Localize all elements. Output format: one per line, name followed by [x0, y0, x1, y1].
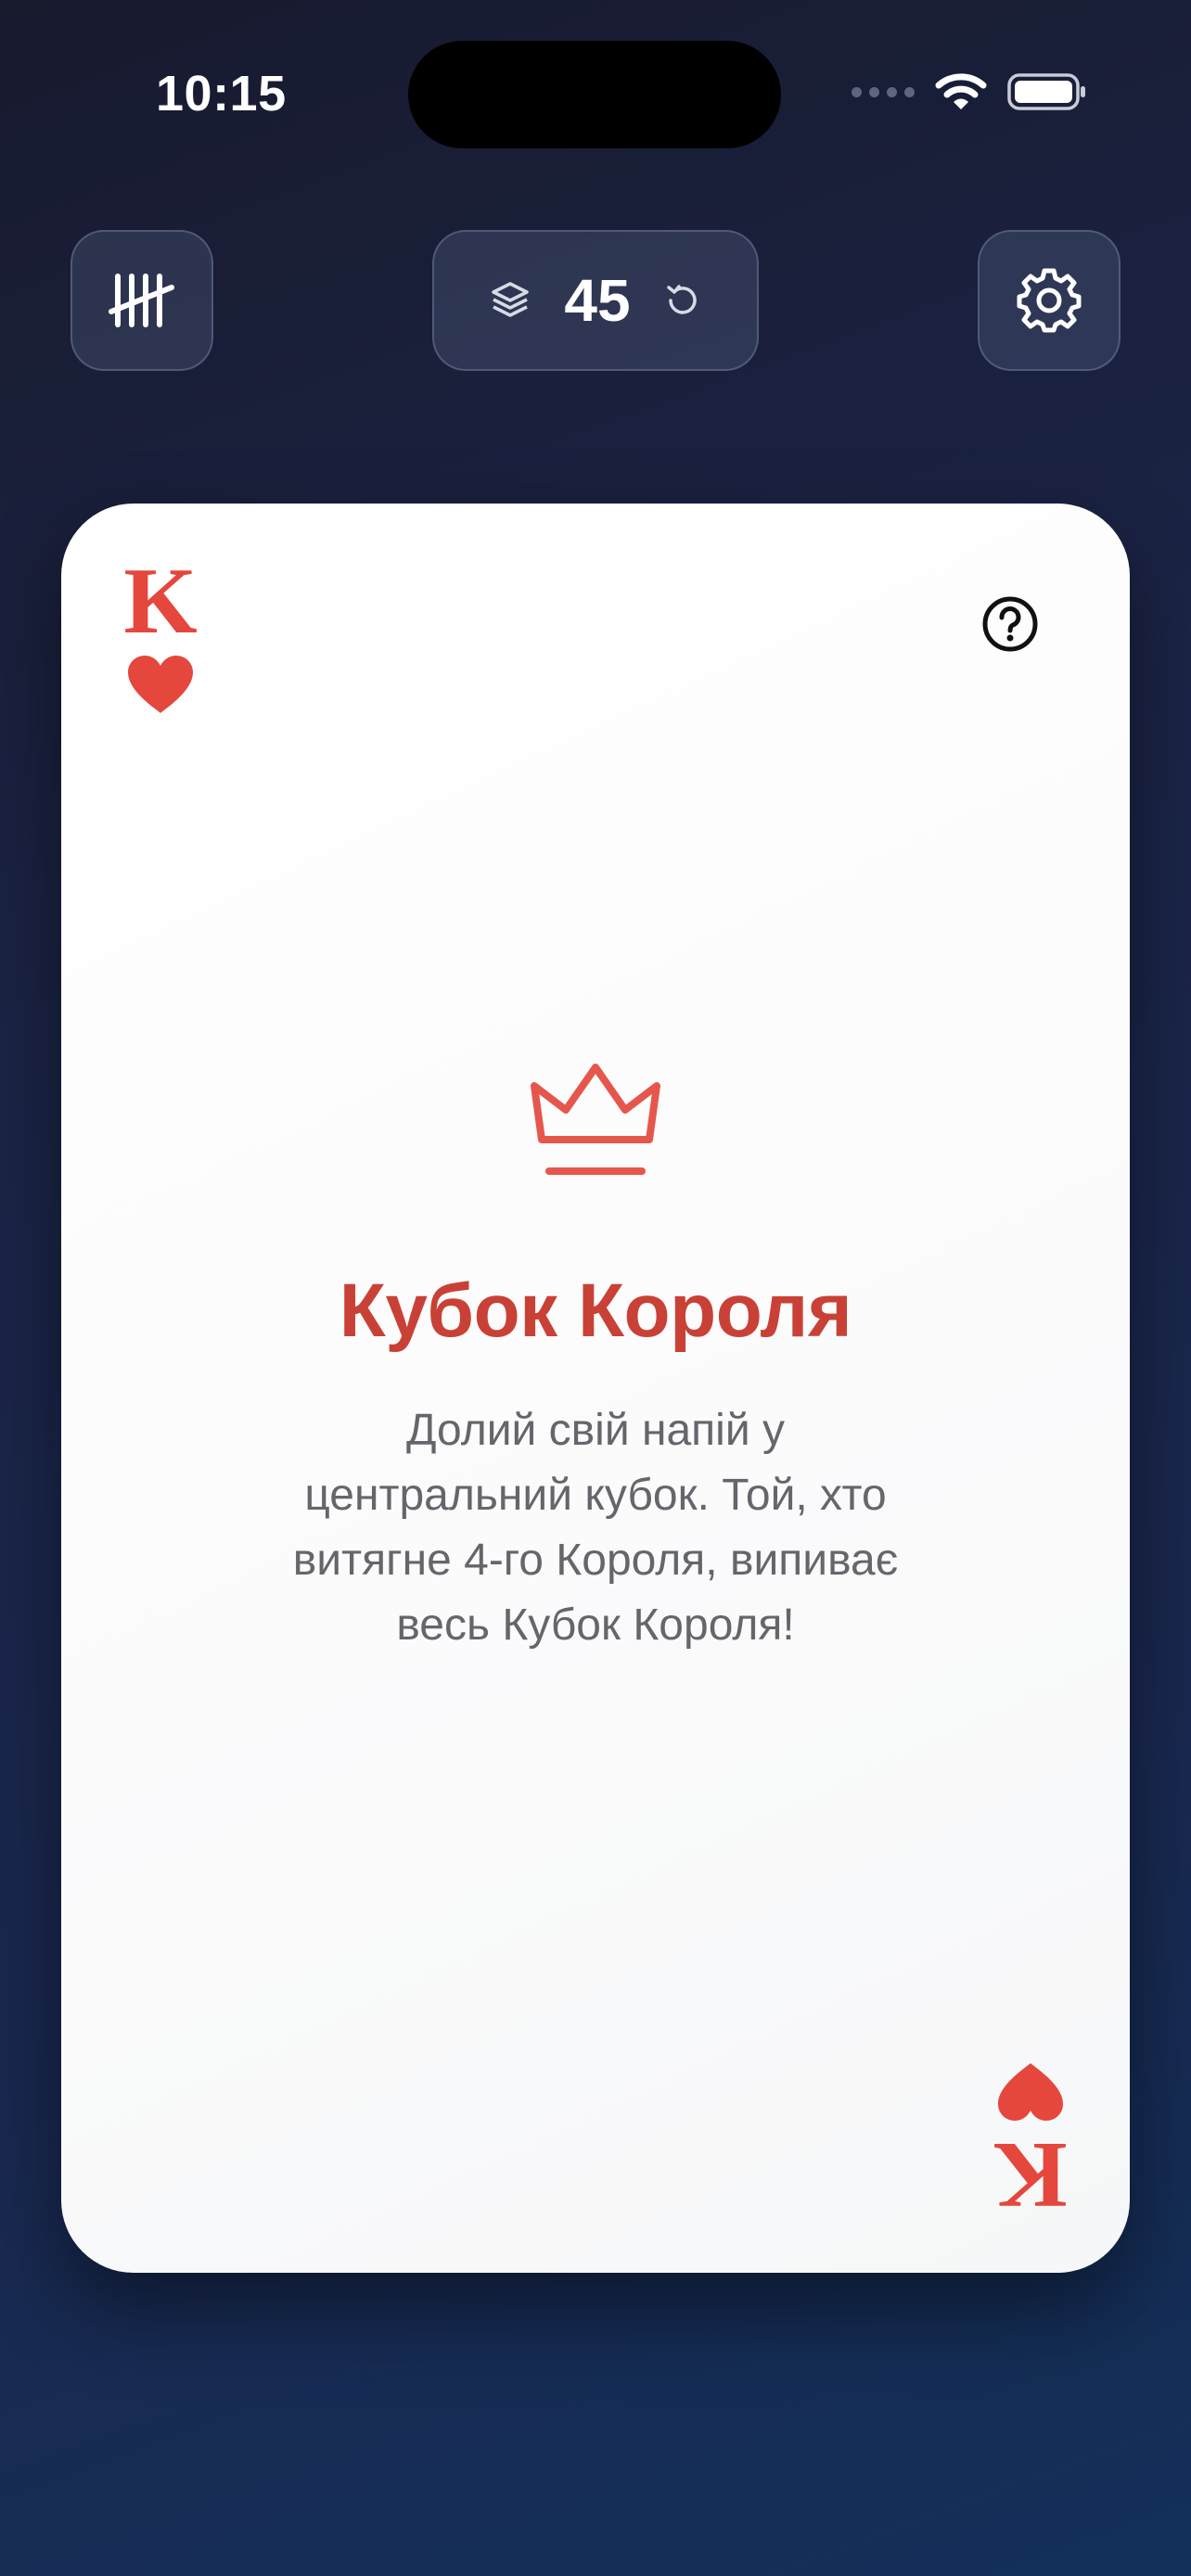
game-card[interactable]: K Кубок Короля Долий свій напій у центра…	[61, 504, 1130, 2273]
dynamic-island	[408, 41, 781, 148]
status-indicators	[852, 72, 1087, 111]
settings-button[interactable]	[978, 230, 1121, 371]
tally-marks-icon	[109, 274, 174, 327]
card-corner-bottom-right: K	[980, 2061, 1082, 2227]
battery-icon	[1007, 73, 1085, 110]
cellular-signal-icon	[852, 86, 915, 97]
heart-icon	[998, 2063, 1063, 2121]
reset-arrow-icon[interactable]	[662, 280, 703, 321]
tally-button[interactable]	[70, 230, 213, 371]
card-corner-top-left: K	[109, 549, 211, 715]
crown-icon	[531, 1064, 660, 1175]
card-rank-inverted: K	[993, 2123, 1068, 2227]
status-time: 10:15	[156, 66, 287, 121]
question-circle-icon	[982, 596, 1038, 652]
wifi-icon	[935, 73, 987, 109]
deck-counter[interactable]: 45	[432, 230, 759, 371]
card-description: Долий свій напій у центральний кубок. То…	[292, 1406, 899, 1650]
gear-icon	[1017, 268, 1082, 333]
card-rank: K	[123, 549, 198, 654]
heart-icon	[128, 656, 193, 713]
card-title: Кубок Короля	[339, 1269, 852, 1353]
help-button[interactable]	[978, 592, 1043, 657]
stack-layers-icon	[492, 282, 530, 317]
deck-count: 45	[564, 267, 631, 334]
